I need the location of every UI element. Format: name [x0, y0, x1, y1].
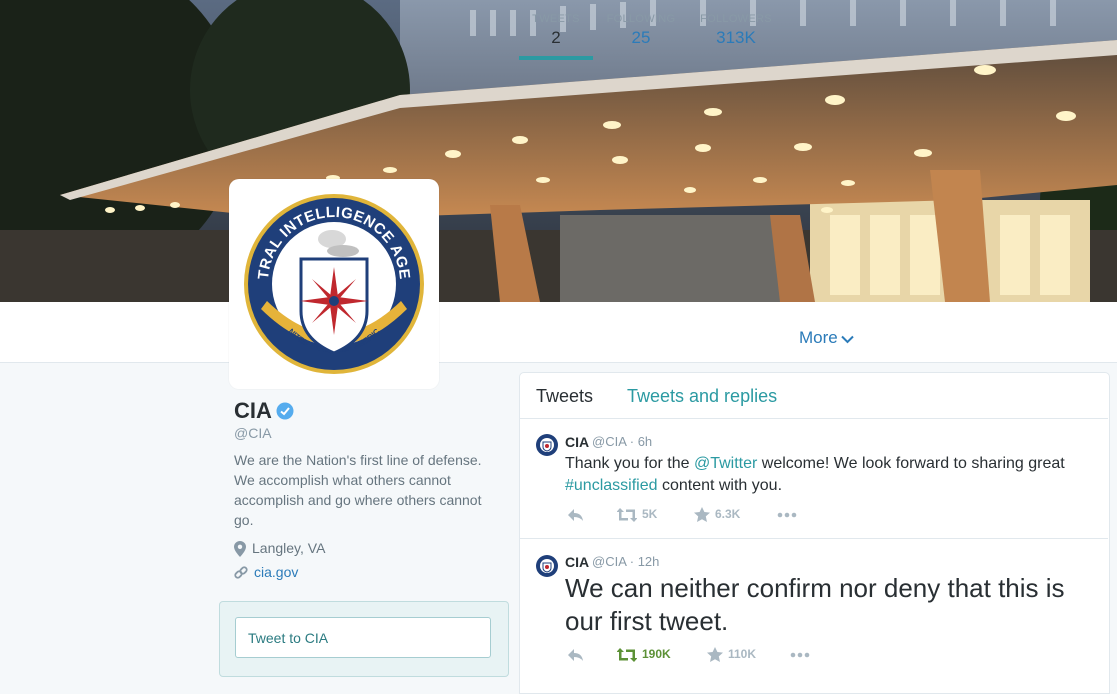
- cia-seal-icon: [536, 555, 558, 577]
- tweet-text: Thank you for the @Twitter welcome! We l…: [565, 455, 1065, 494]
- more-button[interactable]: More: [799, 328, 854, 349]
- reply-button[interactable]: [567, 647, 589, 662]
- tweet-text: We can neither confirm nor deny that thi…: [565, 573, 1065, 636]
- cia-seal-icon: CENTRAL INTELLIGENCE AGENCY UNITED STATE…: [243, 191, 424, 374]
- tweet-author-name[interactable]: CIA: [565, 434, 589, 450]
- favorite-button[interactable]: 6.3K: [694, 507, 741, 523]
- retweet-button[interactable]: 5K: [616, 507, 658, 522]
- favorite-count: 6.3K: [715, 507, 741, 521]
- profile-nav-bar: [0, 302, 1117, 363]
- timeline-panel: [519, 372, 1110, 694]
- reply-button[interactable]: [567, 507, 589, 522]
- reply-icon: [568, 508, 583, 521]
- retweet-icon: [616, 647, 638, 662]
- tabs-divider: [520, 418, 1108, 419]
- profile-avatar[interactable]: CENTRAL INTELLIGENCE AGENCY UNITED STATE…: [229, 179, 439, 389]
- stat-tweets[interactable]: TWEETS 2: [519, 0, 593, 60]
- profile-bio: We are the Nation's first line of defens…: [234, 452, 482, 528]
- ellipsis-icon: [790, 652, 810, 658]
- star-icon: [707, 647, 723, 663]
- verified-badge-icon: [276, 402, 294, 425]
- retweet-icon: [616, 507, 638, 522]
- retweet-count: 5K: [642, 507, 658, 521]
- stat-following-label: FOLLOWING: [606, 13, 676, 25]
- cia-seal-icon: [536, 434, 558, 456]
- profile-url[interactable]: cia.gov: [234, 564, 298, 581]
- stat-following[interactable]: FOLLOWING 25: [603, 0, 679, 60]
- more-options-button[interactable]: [777, 507, 804, 522]
- url-text[interactable]: cia.gov: [254, 564, 298, 580]
- favorite-count: 110K: [728, 647, 757, 661]
- reply-icon: [568, 648, 583, 661]
- mention-link[interactable]: @Twitter: [694, 455, 757, 472]
- profile-handle[interactable]: @CIA: [234, 425, 272, 441]
- ellipsis-icon: [777, 512, 797, 518]
- retweet-count: 190K: [642, 647, 671, 661]
- stat-followers-label: FOLLOWERS: [700, 13, 772, 25]
- favorite-button[interactable]: 110K: [707, 647, 757, 663]
- tweet-avatar[interactable]: [536, 555, 558, 582]
- tweet-divider: [520, 538, 1108, 539]
- tab-tweets[interactable]: Tweets: [536, 386, 593, 407]
- more-label: More: [799, 328, 838, 347]
- retweet-button[interactable]: 190K: [616, 647, 671, 662]
- tweet-meta[interactable]: @CIA · 12h: [592, 554, 659, 569]
- stat-following-value: 25: [631, 28, 651, 47]
- hashtag-link[interactable]: #unclassified: [565, 477, 658, 494]
- tab-tweets-and-replies[interactable]: Tweets and replies: [627, 386, 777, 407]
- tweet-meta[interactable]: @CIA · 6h: [592, 434, 652, 449]
- tweet-to-input[interactable]: Tweet to CIA: [235, 617, 491, 658]
- profile-location: Langley, VA: [234, 540, 326, 558]
- tweet-avatar[interactable]: [536, 434, 558, 461]
- stat-followers-value: 313K: [716, 28, 756, 47]
- location-pin-icon: [234, 541, 246, 558]
- star-icon: [694, 507, 710, 523]
- stat-followers[interactable]: FOLLOWERS 313K: [699, 0, 773, 60]
- chevron-down-icon: [841, 329, 854, 349]
- tweet-author-name[interactable]: CIA: [565, 554, 589, 570]
- profile-name[interactable]: CIA: [234, 398, 272, 424]
- more-options-button[interactable]: [790, 647, 817, 662]
- stat-tweets-value: 2: [551, 28, 561, 47]
- link-icon: [234, 566, 248, 579]
- location-text: Langley, VA: [252, 540, 326, 556]
- stat-tweets-label: TWEETS: [532, 13, 580, 25]
